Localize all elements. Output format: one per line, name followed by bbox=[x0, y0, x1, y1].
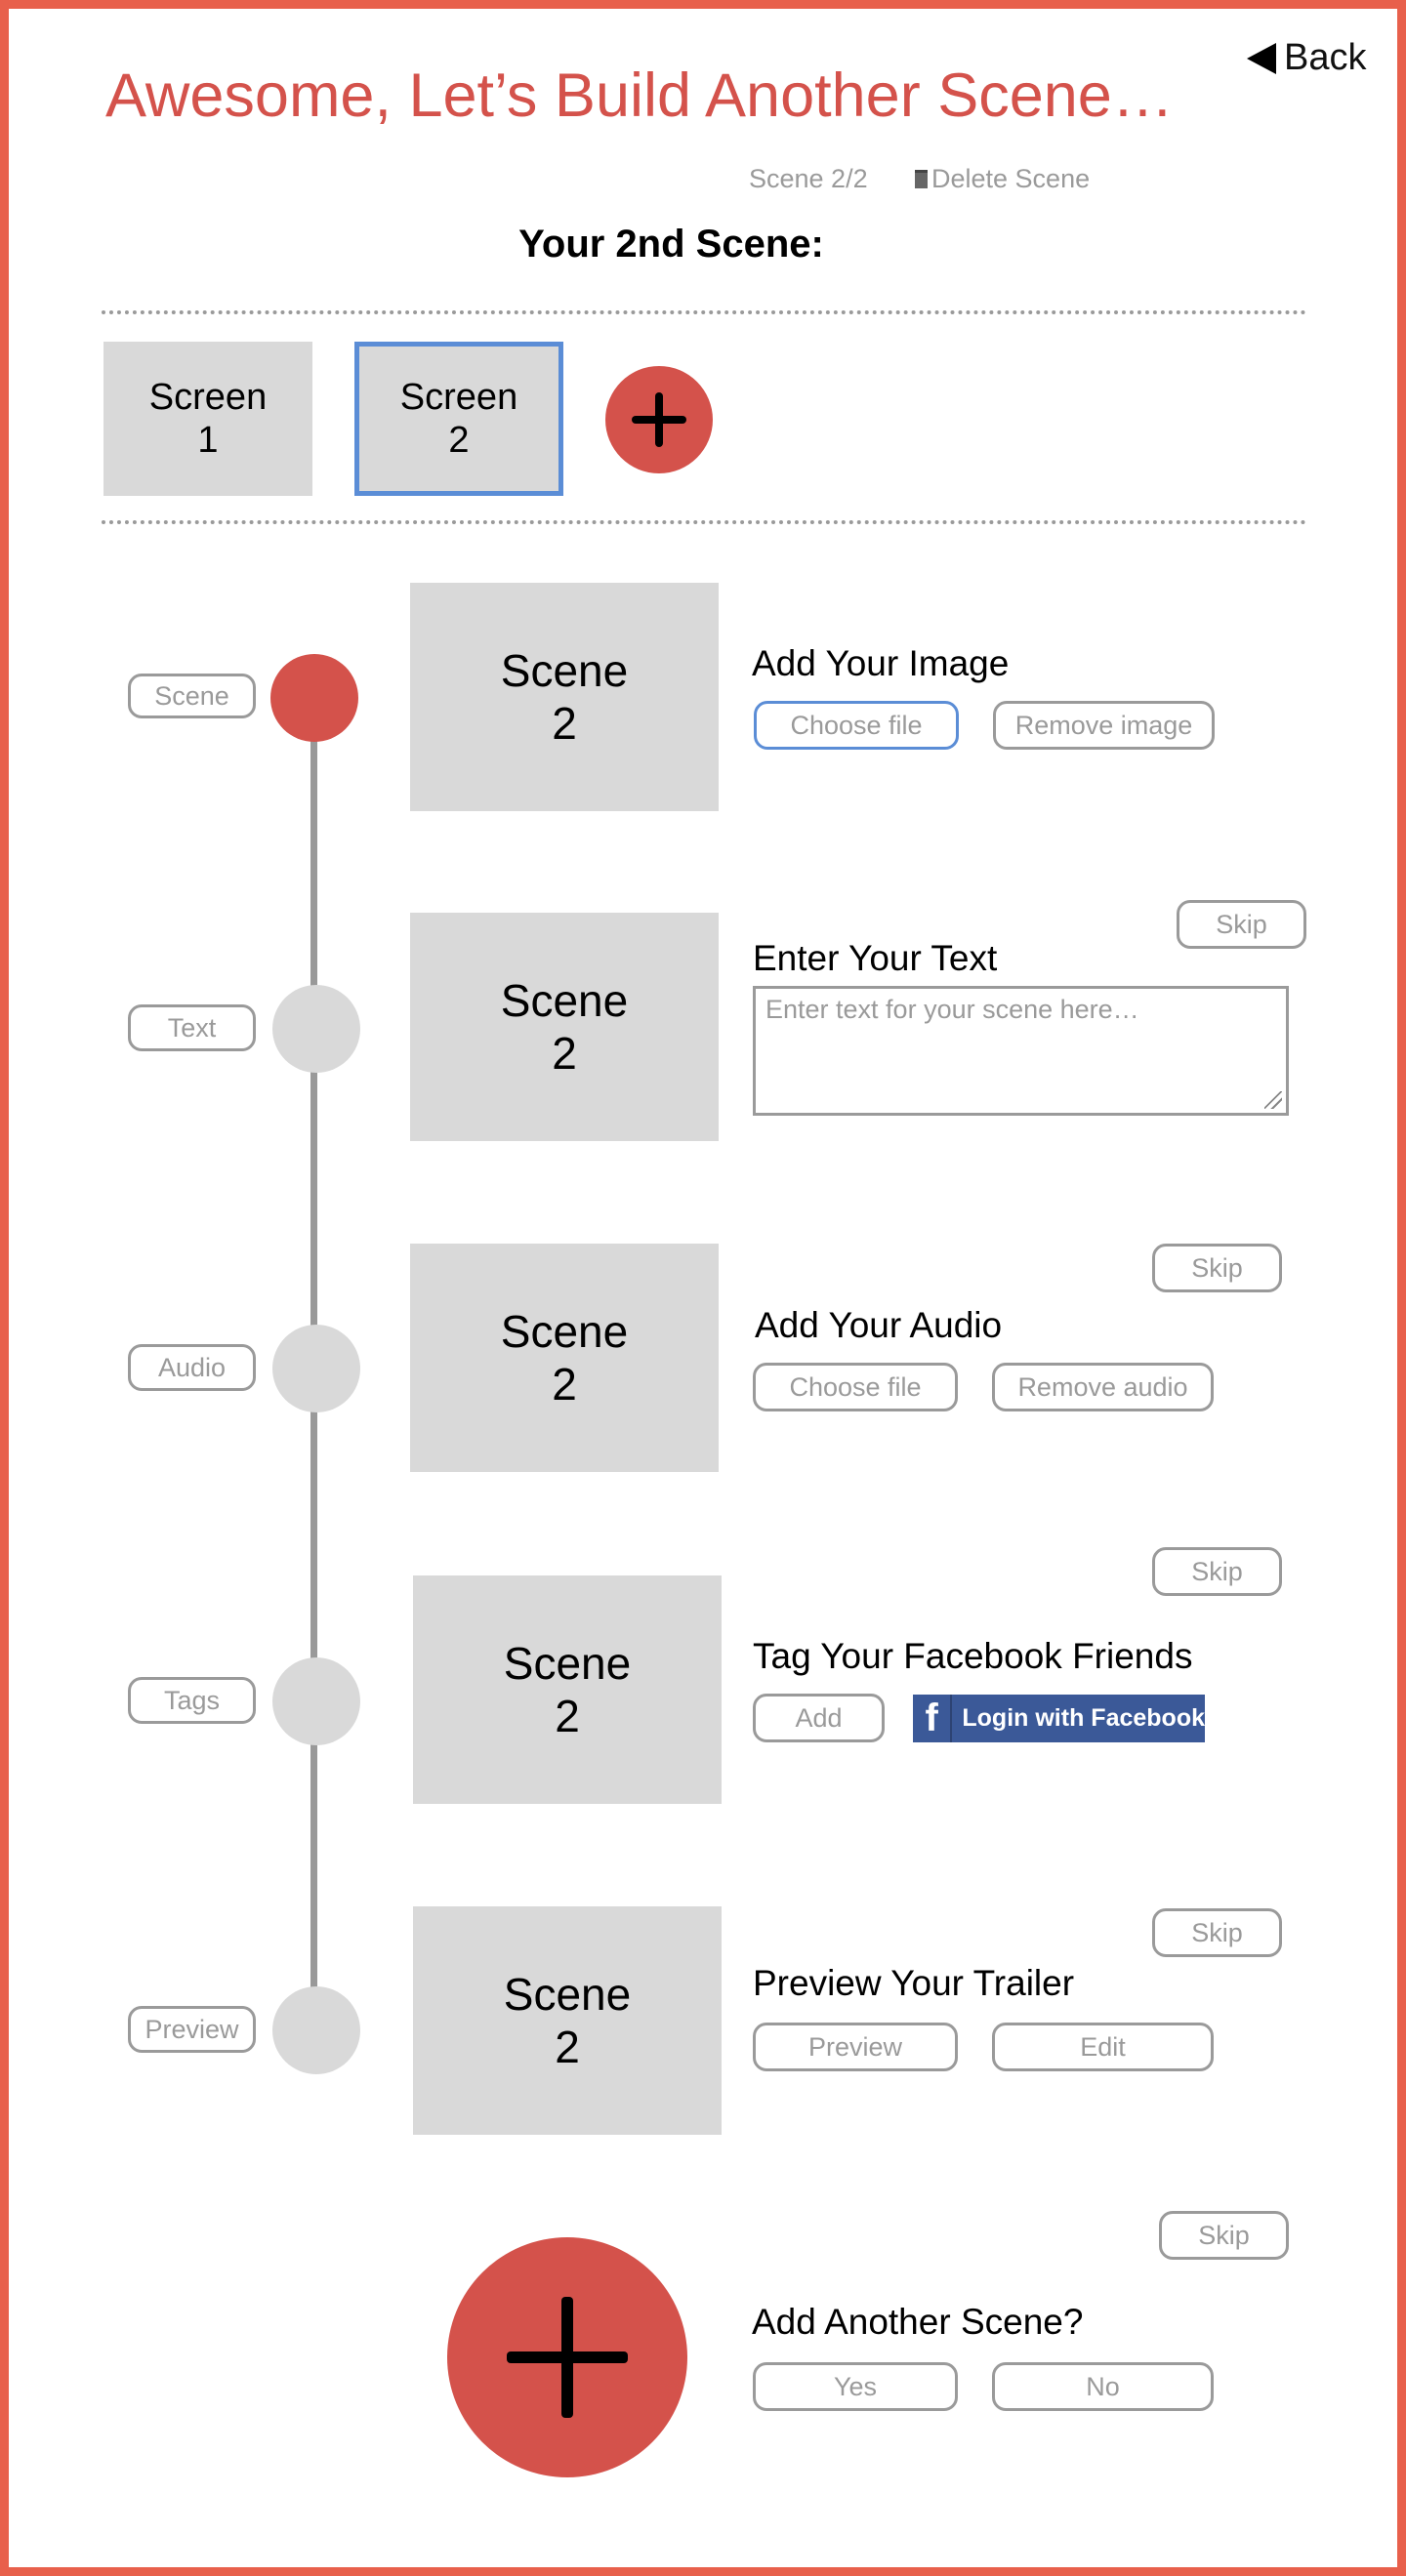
no-button[interactable]: No bbox=[992, 2362, 1214, 2411]
timeline-node-text[interactable] bbox=[272, 985, 360, 1073]
step-pill-audio: Audio bbox=[128, 1344, 256, 1391]
add-scene-button[interactable] bbox=[447, 2237, 687, 2477]
scene-panel-5: Scene 2 bbox=[413, 1906, 722, 2135]
skip-audio-button[interactable]: Skip bbox=[1152, 1244, 1282, 1292]
timeline-node-tags[interactable] bbox=[272, 1657, 360, 1745]
divider-bottom bbox=[102, 520, 1306, 524]
scene-panel-3-number: 2 bbox=[552, 1359, 577, 1410]
enter-text-heading: Enter Your Text bbox=[753, 938, 998, 978]
scene-panel-4-number: 2 bbox=[555, 1691, 580, 1741]
add-audio-heading: Add Your Audio bbox=[755, 1305, 1003, 1345]
scene-counter: Scene 2/2 bbox=[749, 164, 868, 193]
scene-panel-5-number: 2 bbox=[555, 2022, 580, 2072]
step-pill-text: Text bbox=[128, 1004, 256, 1051]
delete-scene-button[interactable]: Delete Scene bbox=[915, 164, 1090, 194]
scene-panel-4: Scene 2 bbox=[413, 1575, 722, 1804]
trash-icon bbox=[915, 170, 928, 188]
scene-panel-2-number: 2 bbox=[552, 1028, 577, 1079]
scene-text-input[interactable]: Enter text for your scene here… bbox=[753, 986, 1289, 1116]
resize-handle-icon[interactable] bbox=[1264, 1091, 1282, 1109]
step-pill-scene: Scene bbox=[128, 674, 256, 718]
scene-text-placeholder: Enter text for your scene here… bbox=[765, 995, 1139, 1024]
scene-panel-4-title: Scene bbox=[503, 1638, 632, 1689]
preview-button[interactable]: Preview bbox=[753, 2023, 958, 2071]
screen-tab-2-number: 2 bbox=[448, 420, 470, 461]
facebook-login-label: Login with Facebook bbox=[962, 1704, 1205, 1732]
scene-subtitle: Your 2nd Scene: bbox=[518, 223, 824, 266]
screen-tab-2-title: Screen bbox=[399, 377, 518, 418]
delete-scene-label: Delete Scene bbox=[931, 164, 1091, 193]
skip-tags-button[interactable]: Skip bbox=[1152, 1547, 1282, 1596]
timeline-node-scene[interactable] bbox=[270, 654, 358, 742]
tag-friends-heading: Tag Your Facebook Friends bbox=[753, 1636, 1193, 1676]
screen-tab-1-title: Screen bbox=[148, 377, 268, 418]
scene-panel-2: Scene 2 bbox=[410, 913, 719, 1141]
remove-image-button[interactable]: Remove image bbox=[993, 701, 1215, 750]
scene-panel-1-number: 2 bbox=[552, 698, 577, 749]
skip-add-scene-button[interactable]: Skip bbox=[1159, 2211, 1289, 2260]
scene-panel-2-title: Scene bbox=[500, 975, 629, 1026]
step-pill-preview: Preview bbox=[128, 2006, 256, 2053]
add-another-scene-heading: Add Another Scene? bbox=[752, 2302, 1084, 2342]
facebook-icon: f bbox=[913, 1695, 953, 1742]
scene-panel-5-title: Scene bbox=[503, 1969, 632, 2020]
scene-panel-3-title: Scene bbox=[500, 1306, 629, 1357]
screen-tab-2[interactable]: Screen 2 bbox=[354, 342, 563, 496]
step-pill-tags: Tags bbox=[128, 1677, 256, 1724]
timeline-node-audio[interactable] bbox=[272, 1325, 360, 1412]
back-label: Back bbox=[1284, 37, 1367, 78]
skip-preview-button[interactable]: Skip bbox=[1152, 1908, 1282, 1957]
add-tag-button[interactable]: Add bbox=[753, 1694, 885, 1742]
page-title: Awesome, Let’s Build Another Scene… bbox=[105, 61, 1174, 130]
screen-tab-1[interactable]: Screen 1 bbox=[103, 342, 312, 496]
add-screen-button[interactable] bbox=[605, 366, 713, 473]
skip-text-button[interactable]: Skip bbox=[1177, 900, 1306, 949]
choose-image-button[interactable]: Choose file bbox=[754, 701, 959, 750]
choose-audio-button[interactable]: Choose file bbox=[753, 1363, 958, 1411]
edit-button[interactable]: Edit bbox=[992, 2023, 1214, 2071]
divider-top bbox=[102, 310, 1306, 314]
add-image-heading: Add Your Image bbox=[752, 643, 1010, 683]
screen-tab-1-number: 1 bbox=[197, 420, 219, 461]
scene-panel-1-title: Scene bbox=[500, 645, 629, 696]
facebook-login-button[interactable]: f Login with Facebook bbox=[913, 1695, 1205, 1742]
scene-panel-1: Scene 2 bbox=[410, 583, 719, 811]
yes-button[interactable]: Yes bbox=[753, 2362, 958, 2411]
scene-panel-3: Scene 2 bbox=[410, 1244, 719, 1472]
preview-trailer-heading: Preview Your Trailer bbox=[753, 1963, 1075, 2003]
back-arrow-icon bbox=[1247, 42, 1276, 74]
timeline-node-preview[interactable] bbox=[272, 1986, 360, 2074]
back-button[interactable]: Back bbox=[1247, 37, 1366, 79]
remove-audio-button[interactable]: Remove audio bbox=[992, 1363, 1214, 1411]
